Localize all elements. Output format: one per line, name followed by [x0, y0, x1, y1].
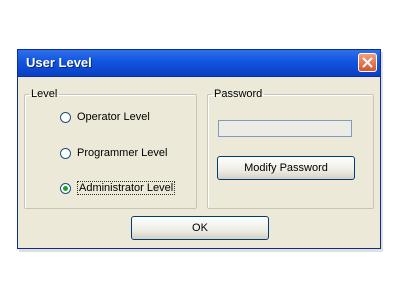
level-group-legend: Level	[31, 88, 58, 100]
radio-label-administrator: Administrator Level	[77, 181, 176, 195]
dialog-title: User Level	[26, 55, 92, 70]
radio-programmer-level[interactable]: Programmer Level	[60, 145, 167, 161]
password-group-legend: Password	[214, 88, 263, 100]
user-level-dialog: User Level Level Operator Level Programm…	[17, 49, 381, 249]
ok-label: OK	[192, 222, 208, 234]
radio-button-selected[interactable]	[60, 182, 71, 194]
radio-administrator-level[interactable]: Administrator Level	[60, 180, 176, 196]
close-icon	[362, 57, 373, 68]
radio-label-programmer: Programmer Level	[77, 147, 168, 159]
title-bar[interactable]: User Level	[18, 50, 380, 77]
modify-password-button[interactable]: Modify Password	[217, 156, 355, 180]
radio-label-operator: Operator Level	[77, 111, 150, 123]
password-group: Password	[207, 88, 374, 209]
radio-button[interactable]	[60, 111, 71, 123]
close-button[interactable]	[358, 53, 377, 72]
radio-button[interactable]	[60, 147, 71, 159]
password-field[interactable]	[218, 120, 352, 137]
ok-button[interactable]: OK	[131, 216, 269, 240]
radio-operator-level[interactable]: Operator Level	[60, 109, 150, 125]
modify-password-label: Modify Password	[244, 162, 328, 174]
